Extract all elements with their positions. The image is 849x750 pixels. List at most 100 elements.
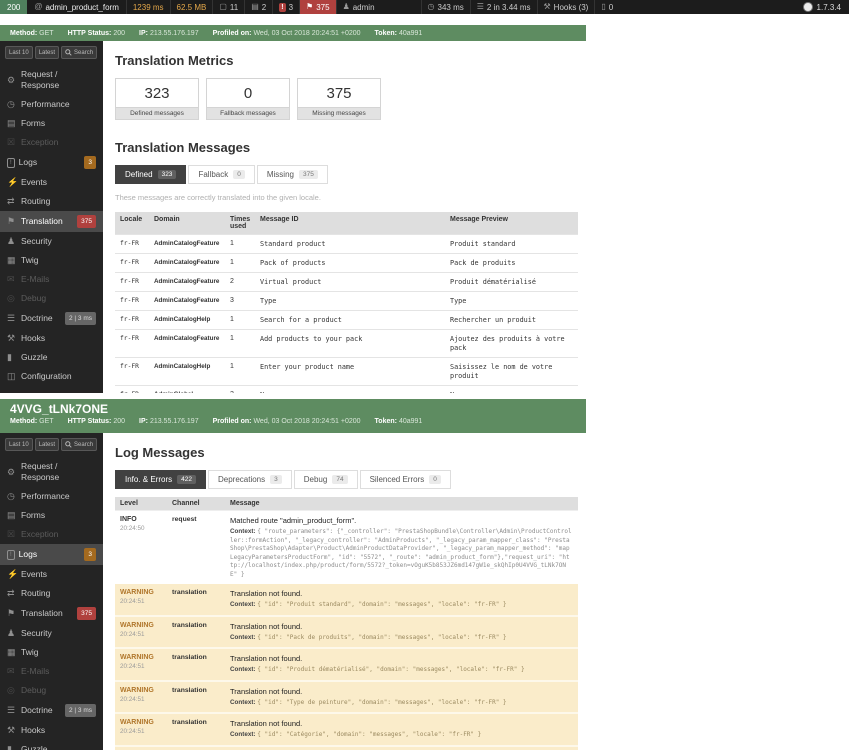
- cell-message-id: Enter your product name: [255, 357, 445, 386]
- sidebar-button[interactable]: Search: [61, 438, 98, 451]
- toolbar-item[interactable]: ◷ 343 ms: [420, 0, 470, 14]
- sidebar-item[interactable]: ⇄ Routing: [0, 584, 103, 603]
- sidebar-button[interactable]: Latest: [34, 438, 60, 451]
- cell-locale: fr-FR: [115, 329, 149, 358]
- cell-message-id: Standard product: [255, 234, 445, 254]
- sidebar-item[interactable]: ♟ Security: [0, 232, 103, 251]
- sidebar-item-icon: ◫: [7, 371, 16, 381]
- sidebar-item[interactable]: ▮ Guzzle: [0, 348, 103, 367]
- tab[interactable]: Info. & Errors 422: [115, 470, 206, 489]
- cell-message-preview: Nom: [445, 385, 578, 393]
- toolbar-item[interactable]: 62.5 MB: [169, 0, 213, 14]
- toolbar-item-text: 2: [261, 2, 267, 12]
- sidebar-item-label: Guzzle: [21, 352, 48, 362]
- tab[interactable]: Debug 74: [293, 470, 358, 489]
- sidebar-item[interactable]: ! Logs 3: [0, 152, 103, 173]
- sidebar-item[interactable]: ☰ Doctrine 2 | 3 ms: [0, 700, 103, 721]
- log-context: Context: { "route_parameters": {"_contro…: [230, 528, 573, 579]
- sidebar-item[interactable]: ☒ Exception: [0, 525, 103, 544]
- debug-toolbar: 200 @ admin_product_form 1239 ms 62.5 MB…: [0, 0, 849, 14]
- route-icon: @: [34, 2, 43, 11]
- toolbar-item[interactable]: ! 3: [272, 0, 299, 14]
- log-message: Matched route "admin_product_form".: [230, 516, 357, 525]
- sidebar-item[interactable]: ▦ Twig: [0, 251, 103, 270]
- sidebar-item[interactable]: ☒ Exception: [0, 133, 103, 152]
- sidebar-item[interactable]: ⚙ Request / Response: [0, 457, 103, 487]
- tab[interactable]: Defined 323: [115, 165, 187, 184]
- sidebar-item[interactable]: ! Logs 3: [0, 544, 103, 565]
- cell-message-preview: Rechercher un produit: [445, 310, 578, 330]
- sidebar-item-label: Hooks: [21, 725, 46, 735]
- toolbar-item[interactable]: ⚑ 375: [299, 0, 336, 14]
- sidebar-item-label: Twig: [21, 647, 39, 657]
- tab-count-badge: 0: [233, 170, 245, 179]
- sidebar-item[interactable]: ◎ Debug: [0, 289, 103, 308]
- sidebar-item-icon: ✉: [7, 666, 15, 676]
- metric-value: 0: [243, 85, 253, 102]
- sidebar-item[interactable]: ◷ Performance: [0, 95, 103, 114]
- sidebar-item[interactable]: ✉ E-Mails: [0, 662, 103, 681]
- sidebar-item[interactable]: ▮ Guzzle: [0, 740, 103, 750]
- sidebar-item[interactable]: ⚑ Translation 375: [0, 603, 103, 624]
- sidebar-item-icon: ⚙: [7, 466, 16, 477]
- sidebar-item[interactable]: ◷ Performance: [0, 487, 103, 506]
- cell-times-used: 2: [225, 385, 255, 393]
- sidebar-item[interactable]: ⚡ Events: [0, 565, 103, 584]
- col-header-level: Level: [115, 497, 167, 511]
- sidebar-item[interactable]: ⚒ Hooks: [0, 721, 103, 740]
- sidebar-item[interactable]: ◎ Debug: [0, 681, 103, 700]
- cell-locale: fr-FR: [115, 385, 149, 393]
- toolbar-route[interactable]: @ admin_product_form: [27, 0, 126, 14]
- sidebar-button[interactable]: Last 10: [5, 46, 33, 59]
- sidebar-item[interactable]: ▤ Forms: [0, 506, 103, 525]
- sidebar-item-icon: ⚡: [7, 569, 19, 579]
- tab-label: Debug: [303, 475, 328, 484]
- tab[interactable]: Missing 375: [256, 165, 328, 184]
- toolbar-item[interactable]: ▢ 11: [212, 0, 244, 14]
- sidebar-item[interactable]: ⇄ Routing: [0, 192, 103, 211]
- sidebar-item-label: Translation: [21, 216, 63, 226]
- tab[interactable]: Fallback 0: [188, 165, 255, 184]
- sidebar-button[interactable]: Latest: [34, 46, 60, 59]
- toolbar-item-icon: !: [279, 2, 286, 12]
- sidebar-item[interactable]: ▤ Forms: [0, 114, 103, 133]
- http-status-badge[interactable]: 200: [0, 0, 28, 14]
- tab-label: Info. & Errors: [125, 475, 173, 484]
- sidebar-item[interactable]: ◫ Configuration: [0, 367, 103, 386]
- context-value: { "id": "Catégorie", "domain": "messages…: [257, 731, 482, 738]
- cell-message-preview: Produit standard: [445, 234, 578, 254]
- cell-domain: AdminCatalogFeature: [149, 253, 225, 273]
- sidebar-button[interactable]: Search: [61, 46, 98, 59]
- sidebar-item-label: Performance: [21, 491, 70, 501]
- tab[interactable]: Silenced Errors 0: [359, 470, 451, 489]
- context-label: Context:: [230, 601, 256, 608]
- context-value: { "id": "Produit dématérialisé", "domain…: [257, 666, 525, 673]
- sidebar-item[interactable]: ⚡ Events: [0, 173, 103, 192]
- meta-label: Token:: [374, 418, 397, 425]
- sidebar-item[interactable]: ✉ E-Mails: [0, 270, 103, 289]
- sidebar-item[interactable]: ▦ Twig: [0, 643, 103, 662]
- toolbar-item[interactable]: ☰ 2 in 3.44 ms: [469, 0, 537, 14]
- tab[interactable]: Deprecations 3: [207, 470, 292, 489]
- log-context: Context: { "id": "Produit dématérialisé"…: [230, 666, 573, 675]
- metric-box: 0 Fallback messages: [206, 78, 290, 120]
- sidebar-item[interactable]: ☰ Doctrine 2 | 3 ms: [0, 308, 103, 329]
- toolbar-item[interactable]: ▯ 0: [594, 0, 619, 14]
- log-channel: translation: [167, 746, 225, 750]
- toolbar-item[interactable]: ♟ admin: [335, 0, 381, 14]
- sidebar-item-icon: ◎: [7, 293, 15, 303]
- sidebar-button[interactable]: Last 10: [5, 438, 33, 451]
- toolbar-item[interactable]: ⚒ Hooks (3): [536, 0, 595, 14]
- log-channel: translation: [172, 621, 207, 629]
- meta-label: Method:: [10, 29, 38, 37]
- sidebar-item[interactable]: ⚙ Request / Response: [0, 65, 103, 95]
- log-context: Context: { "id": "Produit standard", "do…: [230, 601, 573, 610]
- toolbar-version[interactable]: 1.7.3.4: [795, 0, 849, 14]
- toolbar-item[interactable]: 1239 ms: [125, 0, 170, 14]
- sidebar-item[interactable]: ⚑ Translation 375: [0, 211, 103, 232]
- sidebar-button-label: Latest: [38, 49, 56, 56]
- toolbar-item[interactable]: ▤ 2: [244, 0, 272, 14]
- table-row: fr-FR AdminCatalogFeature 2 Virtual prod…: [115, 272, 578, 292]
- sidebar-item[interactable]: ♟ Security: [0, 624, 103, 643]
- sidebar-item[interactable]: ⚒ Hooks: [0, 329, 103, 348]
